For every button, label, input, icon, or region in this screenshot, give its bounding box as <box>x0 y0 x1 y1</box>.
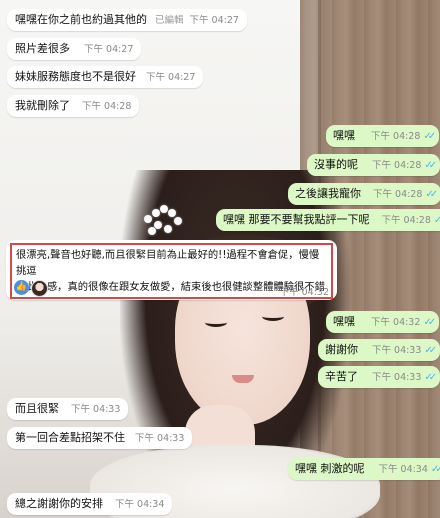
edited-label: 已編輯 <box>155 15 184 26</box>
message-time: 下午 04:27 <box>189 15 239 26</box>
message-text: 辛苦了 <box>325 370 358 383</box>
message-bubble-outgoing[interactable]: 嘿嘿 刺激的呢 下午 04:34 ✓✓ <box>288 458 440 480</box>
message-time: 下午 04:28 <box>82 101 132 112</box>
message-time: 下午 04:28 <box>373 189 423 200</box>
message-time: 下午 04:33 <box>71 404 121 415</box>
message-time: 下午 04:32 <box>371 317 421 328</box>
message-text: 總之謝謝你的安排 <box>15 497 103 510</box>
message-bubble-incoming[interactable]: 總之謝謝你的安排 下午 04:34 <box>7 493 173 515</box>
reactor-avatar[interactable] <box>31 280 48 297</box>
double-check-icon: ✓✓ <box>424 345 437 356</box>
message-bubble-incoming[interactable]: 第一回合差點招架不住 下午 04:33 <box>7 427 193 449</box>
message-text: 嘿嘿 <box>333 315 355 328</box>
message-time: 下午 04:33 <box>372 345 422 356</box>
message-text: 嘿嘿 刺激的呢 <box>295 462 365 475</box>
double-check-icon: ✓✓ <box>424 372 437 383</box>
message-bubble-incoming[interactable]: 妹妹服務態度也不是很好 下午 04:27 <box>7 66 204 88</box>
message-text: 謝謝你 <box>325 343 358 356</box>
message-bubble-outgoing[interactable]: 嘿嘿 下午 04:32 ✓✓ <box>326 311 440 333</box>
message-bubble-incoming[interactable]: 照片差很多 下午 04:27 <box>7 38 142 60</box>
message-text: 嘿嘿在你之前也約過其他的 <box>15 13 147 26</box>
message-text: 我就刪除了 <box>15 99 70 112</box>
message-bubble-outgoing[interactable]: 嘿嘿 下午 04:28 ✓✓ <box>326 125 440 147</box>
wallpaper-eye-left <box>205 318 227 327</box>
thumbs-up-icon[interactable]: 👍 <box>14 280 29 295</box>
message-time: 下午 04:33 <box>135 433 185 444</box>
message-text: 嘿嘿 <box>333 129 355 142</box>
review-line-1: 很漂亮,聲音也好聽,而且很緊目前為止最好的!!過程不會倉促，慢慢挑逗 <box>16 249 320 277</box>
message-time: 下午 04:27 <box>84 44 134 55</box>
message-text: 之後讓我寵你 <box>295 187 361 200</box>
message-bubble-outgoing[interactable]: 之後讓我寵你 下午 04:28 ✓✓ <box>288 183 440 205</box>
message-time: 下午 04:28 <box>372 160 422 171</box>
wallpaper-eye-right <box>262 312 284 321</box>
message-time: 下午 04:33 <box>372 372 422 383</box>
message-bubble-outgoing[interactable]: 嘿嘿 那要不要幫我點評一下呢下午 04:28✓✓ <box>216 209 440 231</box>
message-time: 下午 04:27 <box>146 72 196 83</box>
message-text: 而且很緊 <box>15 402 59 415</box>
message-time: 下午 04:34 <box>115 499 165 510</box>
message-text: 妹妹服務態度也不是很好 <box>15 70 136 83</box>
review-message-bubble[interactable]: 很漂亮,聲音也好聽,而且很緊目前為止最好的!!過程不會倉促，慢慢挑逗 彼此快感，… <box>6 240 337 300</box>
double-check-icon: ✓✓ <box>425 189 438 200</box>
wallpaper-pearl-bow <box>140 205 190 240</box>
message-time: 下午 04:28 <box>371 131 421 142</box>
message-time: 下午 04:28 <box>381 215 431 226</box>
double-check-icon: ✓✓ <box>423 317 436 328</box>
message-time: 下午 04:34 <box>378 464 428 475</box>
message-time: 下午 04:32 <box>279 287 329 298</box>
message-text: 沒事的呢 <box>314 158 358 171</box>
message-bubble-outgoing[interactable]: 謝謝你 下午 04:33 ✓✓ <box>318 339 440 361</box>
message-text: 第一回合差點招架不住 <box>15 431 125 444</box>
message-bubble-incoming[interactable]: 嘿嘿在你之前也約過其他的 已編輯 下午 04:27 <box>7 9 247 31</box>
message-bubble-outgoing[interactable]: 辛苦了 下午 04:33 ✓✓ <box>318 366 440 388</box>
message-bubble-incoming[interactable]: 而且很緊 下午 04:33 <box>7 398 129 420</box>
double-check-icon: ✓✓ <box>424 160 437 171</box>
double-check-icon: ✓✓ <box>433 215 440 226</box>
message-bubble-incoming[interactable]: 我就刪除了 下午 04:28 <box>7 95 140 117</box>
message-text: 嘿嘿 那要不要幫我點評一下呢 <box>223 213 370 226</box>
double-check-icon: ✓✓ <box>423 131 436 142</box>
reaction-bar[interactable]: 👍 <box>14 280 48 297</box>
message-bubble-outgoing[interactable]: 沒事的呢 下午 04:28 ✓✓ <box>307 154 440 176</box>
double-check-icon: ✓✓ <box>430 464 440 475</box>
message-text: 照片差很多 <box>15 42 70 55</box>
